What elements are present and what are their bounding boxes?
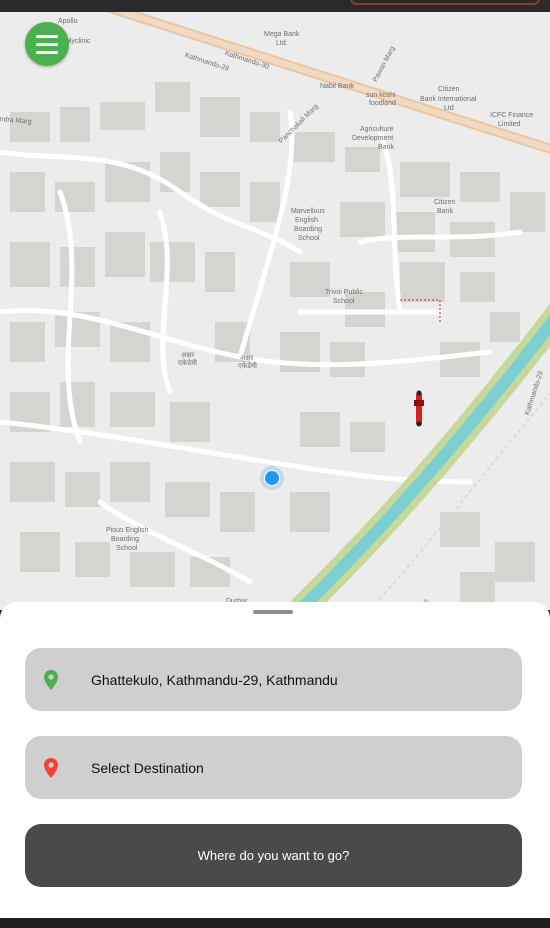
map-label-trivoi: Trivoi Public <box>325 289 363 296</box>
map-label-pious: Pious English <box>106 527 149 534</box>
current-location-dot <box>264 470 280 486</box>
map-label-apollo: Apollo <box>58 18 78 25</box>
map-label-development: Development <box>352 135 394 142</box>
map-label-citizen-intl2: Bank International <box>420 96 477 103</box>
map-label-bank: Bank <box>378 144 394 151</box>
destination-placeholder: Select Destination <box>91 759 204 776</box>
location-pin-green-icon <box>40 669 62 691</box>
map-label-trivoi-school: School <box>333 298 355 305</box>
map-label-pious-2: Boarding <box>111 536 140 543</box>
map-label-akkhar-1: अक्षर <box>181 352 195 359</box>
map-label-nabil-bank: Nabil Bank <box>320 83 354 90</box>
map-label-ltd: Ltd. <box>276 40 288 47</box>
map-label-sun-koshi: sun koshi <box>366 92 396 99</box>
hamburger-menu-icon <box>36 32 58 56</box>
menu-button[interactable] <box>25 22 69 66</box>
bottom-sheet: Ghattekulo, Kathmandu-29, Kathmandu Sele… <box>0 602 550 918</box>
pickup-field[interactable]: Ghattekulo, Kathmandu-29, Kathmandu <box>25 648 522 711</box>
map-label-icfc2: Limited <box>498 121 521 128</box>
map-label-foodland: foodland <box>369 100 396 107</box>
map-view[interactable]: Apollo olyclinic Mega Bank Ltd. Kathmand… <box>0 12 550 610</box>
map-label-citizen-intl: Citizen <box>438 86 460 93</box>
map-label-citizen-intl3: Ltd <box>444 105 454 112</box>
pickup-address: Ghattekulo, Kathmandu-29, Kathmandu <box>91 671 338 688</box>
where-to-go-button[interactable]: Where do you want to go? <box>25 824 522 887</box>
map-label-school: School <box>298 235 320 242</box>
destination-field[interactable]: Select Destination <box>25 736 522 799</box>
map-label-polyclinic: olyclinic <box>66 38 91 45</box>
map-label-english: English <box>295 217 318 224</box>
map-label-akkhar-4: एकेडेमी <box>238 363 257 370</box>
map-label-icfc: ICFC Finance <box>490 112 534 119</box>
status-bar <box>0 0 550 12</box>
map-label-pious-3: School <box>116 545 138 552</box>
map-label-boarding: Boarding <box>294 226 323 233</box>
top-pill <box>350 0 540 5</box>
map-label-akkhar-2: एकेडेमी <box>178 360 197 367</box>
location-pin-red-icon <box>40 757 62 779</box>
map-label-citizen: Citizen <box>434 199 456 206</box>
map-label-marvellous: Marvellous <box>291 208 325 215</box>
map-label-agriculture: Agriculture <box>360 126 394 133</box>
map-label-citizen-bank: Bank <box>437 208 453 215</box>
drag-handle[interactable] <box>253 610 293 614</box>
map-label-mega-bank: Mega Bank <box>264 31 300 38</box>
navigation-bar <box>0 918 550 928</box>
map-label-akkhar-3: अक्षर <box>240 355 254 362</box>
current-location-marker <box>260 466 284 490</box>
